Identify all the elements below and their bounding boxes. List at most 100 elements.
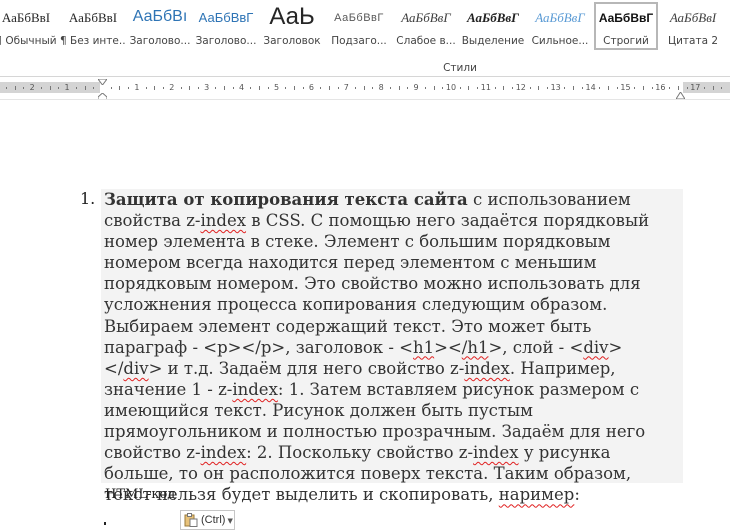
ruler-number: 15 [620,83,631,92]
text-run: >, слой - < [488,337,584,357]
style-sample: АаБбВı [132,8,188,25]
spell-error-word[interactable]: div [123,359,148,378]
ruler-dot [146,87,147,89]
ruler-dot [163,87,164,89]
style-sample: АаБбВвГ [598,11,654,25]
spell-error-word[interactable]: h1 [413,338,434,357]
ruler-tick [294,86,295,90]
ruler-dot [41,87,42,89]
ruler-dot [477,87,478,89]
style-quote-2[interactable]: АаБбВвI Цитата 2 [662,2,724,50]
ruler-tick [15,86,16,90]
first-line-indent-marker[interactable] [98,79,107,85]
ruler-dot [599,87,600,89]
ribbon-divider [0,76,730,77]
spell-error-word[interactable]: index [473,443,519,462]
ruler-dot [530,87,531,89]
text-run: > и т.д. Задаём для него свойство z- [148,358,465,378]
ruler-dot [181,87,182,89]
ruler-number: 1 [64,83,70,92]
ruler-number: 10 [445,83,457,92]
ruler-tick [50,86,51,90]
horizontal-ruler[interactable]: 2 1 1 2 3 4 5 6 7 8 9 10 11 12 13 14 15 16 17 [0,78,730,101]
style-sample: АаЬ [269,3,315,30]
ruler-tick [608,86,609,90]
ruler-dot [76,87,77,89]
spell-error-word[interactable]: index [201,443,247,462]
paste-options-label: (Ctrl) [201,514,226,526]
ruler-tick [119,86,120,90]
style-sample: АаБбВвI [669,10,717,25]
ruler-dot [355,87,356,89]
ruler-tick [85,86,86,90]
ruler-number: 9 [413,83,419,92]
style-subtitle[interactable]: АаБбВвГ Подзаго... [326,2,392,50]
text-cursor [104,522,106,525]
style-sample: АаБбВвI [68,10,118,25]
ruler-dot [338,87,339,89]
paragraph-text[interactable]: Защита от копирования текста сайта с исп… [104,189,679,505]
style-label: Заголово... [129,35,191,47]
style-label: Подзаго... [331,35,387,47]
ruler-number: 7 [343,83,349,92]
ruler-dot [495,87,496,89]
spell-error-word[interactable]: div [583,338,608,357]
ruler-dot [372,87,373,89]
ruler-dot [564,87,565,89]
styles-group-label: Стили [443,62,477,74]
ruler-dot [460,87,461,89]
ruler-dot [669,87,670,89]
chevron-down-icon: ▼ [227,516,233,525]
ruler-tick [399,86,400,90]
style-heading-2[interactable]: АаБбВвГ Заголово... [194,2,258,50]
ruler-dot [721,87,722,89]
ruler-dot [285,87,286,89]
ruler-tick [468,86,469,90]
ruler-number: 17 [690,83,701,92]
style-emphasis[interactable]: АаБбВвГ Выделение [460,2,526,50]
style-sample: АаБбВвГ [466,10,520,25]
ruler-dot [687,87,688,89]
ruler-tick [189,86,190,90]
spell-error-word[interactable]: index [200,211,246,230]
ruler-dot [512,87,513,89]
ruler-dot [198,87,199,89]
ruler-tick [329,86,330,90]
style-heading-1[interactable]: АаБбВı Заголово... [128,2,192,50]
style-intense-emphasis[interactable]: АаБбВвГ Сильное... [528,2,592,50]
style-sample: АаБбВвГ [334,12,384,24]
text-run: : [574,485,580,505]
ruler-tick [434,86,435,90]
text-run: в CSS. С помощью него задаётся порядковы… [104,211,650,357]
style-sample: АаБбВвГ [535,10,585,25]
ruler-number: 1 [134,83,140,92]
spell-error-word[interactable]: index [464,359,510,378]
ruler-tick [643,86,644,90]
paste-options-button[interactable]: (Ctrl) ▼ [180,510,235,530]
style-subtle-emphasis[interactable]: АаБбВвГ Слабое в... [394,2,458,50]
ruler-dot [128,87,129,89]
style-strong[interactable]: АаБбВвГ Строгий [594,2,658,50]
style-label: Заголовок [263,35,321,47]
ruler-dot [6,87,7,89]
text-run: >< [434,337,462,357]
styles-gallery: АаБбВвI ¶ Обычный АаБбВвI ¶ Без инте... … [0,0,730,54]
ruler-dot [407,87,408,89]
ruler-number: 5 [273,83,280,92]
style-label: ¶ Без инте... [60,35,126,47]
style-normal[interactable]: АаБбВвI ¶ Обычный [0,2,58,50]
right-indent-marker[interactable] [676,92,685,99]
ruler-number: 8 [378,83,384,92]
style-no-spacing[interactable]: АаБбВвI ¶ Без инте... [60,2,126,50]
ruler-dot [634,87,635,89]
ruler-number: 16 [655,83,666,92]
spell-error-word[interactable]: index [232,380,278,399]
style-label: Заголово... [195,35,257,47]
style-label: Слабое в... [396,35,456,47]
ruler-tick [154,86,155,90]
spell-error-word[interactable]: наример [499,485,575,504]
style-title[interactable]: АаЬ Заголовок [260,2,324,50]
spell-error-word[interactable]: /h1 [462,338,489,357]
style-label: Выделение [461,35,525,47]
ruler-dot [390,87,391,89]
